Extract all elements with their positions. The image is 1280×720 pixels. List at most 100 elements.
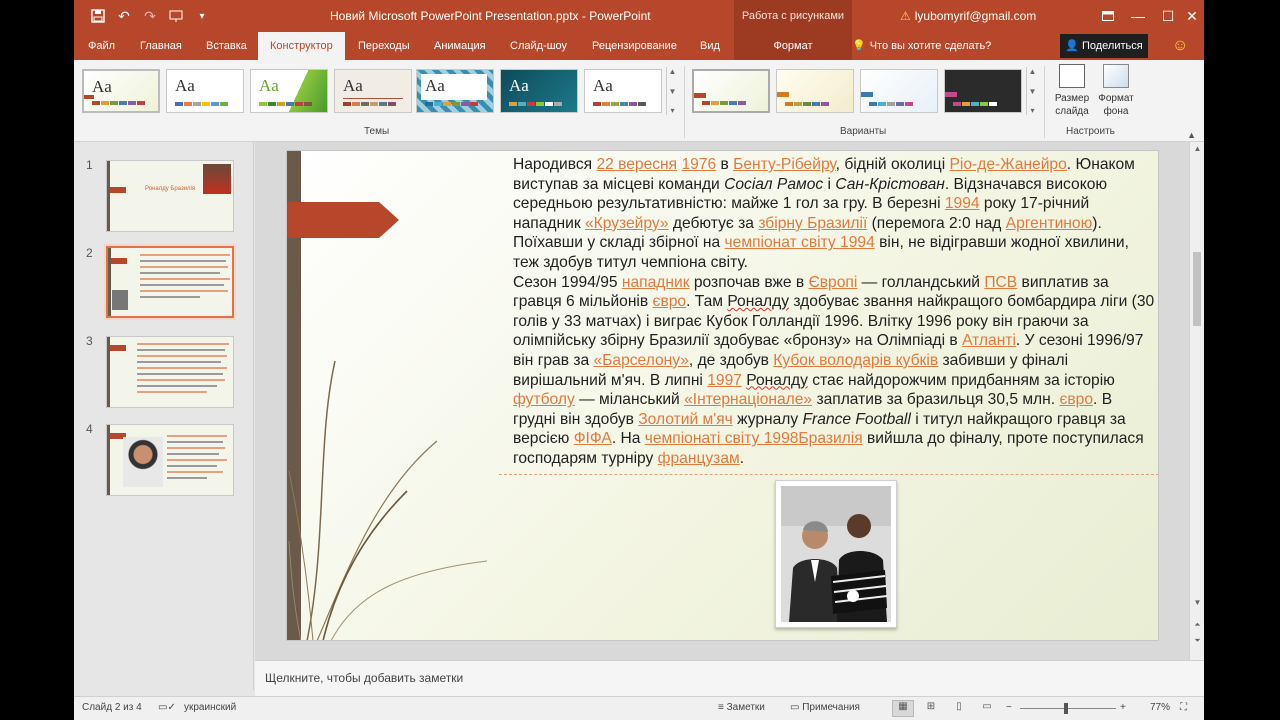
language-indicator[interactable]: украинский	[184, 702, 236, 713]
zoom-slider[interactable]	[1020, 708, 1116, 709]
slide-thumbnail-1[interactable]: Роналду Бразилія	[106, 160, 234, 232]
link[interactable]: 1997	[707, 372, 742, 389]
scroll-up-icon[interactable]: ▲	[1190, 144, 1204, 153]
zoom-in-button[interactable]: +	[1120, 702, 1126, 713]
scroll-up-icon[interactable]: ▲	[1029, 67, 1037, 76]
link[interactable]: Аргентиною	[1006, 215, 1093, 232]
tab-view[interactable]: Вид	[700, 32, 720, 60]
theme-thumb-4[interactable]: Aa	[334, 69, 412, 113]
tab-insert[interactable]: Вставка	[206, 32, 247, 60]
thumb-text-line	[140, 284, 224, 286]
link[interactable]: «Інтернаціонале»	[684, 391, 812, 408]
theme-thumb-5[interactable]: Aa	[416, 69, 494, 113]
theme-colors	[343, 102, 396, 106]
share-button[interactable]: 👤 Поделиться	[1060, 34, 1148, 58]
vertical-scrollbar[interactable]: ▲ ▼ ⏶ ⏷	[1189, 142, 1204, 660]
slide-thumbnail-4[interactable]	[106, 424, 234, 496]
left-black-margin	[0, 0, 74, 720]
slide-canvas[interactable]: Народився 22 вересня 1976 в Бенту-Рібейр…	[286, 150, 1159, 641]
tab-format[interactable]: Формат	[734, 32, 852, 60]
link[interactable]: 1976	[681, 156, 716, 173]
link[interactable]: чемпіонат світу 1994	[725, 234, 875, 251]
link[interactable]: Кубок володарів кубків	[773, 352, 938, 369]
next-slide-icon[interactable]: ⏷	[1190, 636, 1204, 646]
present-icon[interactable]	[166, 6, 186, 26]
link[interactable]: чемпіонаті світу 1998Бразилія	[645, 430, 863, 447]
scrollbar-thumb[interactable]	[1193, 252, 1201, 326]
link[interactable]: французам	[658, 450, 740, 467]
feedback-smiley-icon[interactable]: ☺	[1172, 37, 1188, 55]
thumb-text-line	[137, 343, 229, 345]
slideshow-button[interactable]: ▭	[976, 700, 998, 717]
slide-text-box[interactable]: Народився 22 вересня 1976 в Бенту-Рібейр…	[513, 155, 1158, 469]
link[interactable]: Золотий м'яч	[638, 411, 733, 428]
redo-icon[interactable]: ↷	[140, 6, 160, 26]
ribbon: Aa Aa Aa Aa Aa Aa Aa ▲ ▼ ▾ Темы ▲ ▼ ▾ Ва…	[74, 60, 1204, 142]
slide-size-button[interactable]: Размер слайда	[1048, 64, 1096, 118]
reading-view-button[interactable]: ▯	[948, 700, 970, 717]
link[interactable]: 1994	[945, 195, 980, 212]
zoom-slider-thumb[interactable]	[1064, 703, 1068, 714]
link[interactable]: збірну Бразилії	[758, 215, 867, 232]
customize-icon[interactable]: ▾	[192, 6, 212, 26]
theme-thumb-6[interactable]: Aa	[500, 69, 578, 113]
tab-design[interactable]: Конструктор	[258, 32, 345, 60]
zoom-level[interactable]: 77%	[1150, 702, 1170, 713]
theme-colors	[175, 102, 228, 106]
close-button[interactable]: ✕	[1172, 0, 1204, 32]
notes-toggle[interactable]: ≡ Заметки	[718, 702, 765, 713]
link[interactable]: Ріо-де-Жанейро	[950, 156, 1067, 173]
link[interactable]: ПСВ	[984, 274, 1017, 291]
link[interactable]: футболу	[513, 391, 575, 408]
tab-file[interactable]: Файл	[88, 32, 115, 60]
account[interactable]: ⚠ lyubomyrif@gmail.com	[900, 9, 1036, 23]
variant-thumb-1[interactable]	[692, 69, 770, 113]
undo-icon[interactable]: ↶	[114, 6, 134, 26]
normal-view-button[interactable]: ▦	[892, 700, 914, 717]
slide-thumbnail-3[interactable]	[106, 336, 234, 408]
variants-gallery-scroll[interactable]: ▲ ▼ ▾	[1026, 67, 1038, 115]
tab-home[interactable]: Главная	[140, 32, 182, 60]
variant-thumb-3[interactable]	[860, 69, 938, 113]
tab-transitions[interactable]: Переходы	[358, 32, 410, 60]
format-background-button[interactable]: Формат фона	[1092, 64, 1140, 118]
theme-thumb-3[interactable]: Aa	[250, 69, 328, 113]
variant-thumb-2[interactable]	[776, 69, 854, 113]
previous-slide-icon[interactable]: ⏶	[1190, 620, 1204, 630]
link[interactable]: ФІФА	[574, 430, 612, 447]
link[interactable]: євро	[653, 293, 687, 310]
slide-photo[interactable]	[775, 480, 897, 628]
more-icon[interactable]: ▾	[1030, 106, 1034, 115]
tab-review[interactable]: Рецензирование	[592, 32, 677, 60]
theme-thumb-7[interactable]: Aa	[584, 69, 662, 113]
zoom-out-button[interactable]: −	[1006, 702, 1012, 713]
tell-me-box[interactable]: 💡 Что вы хотите сделать?	[852, 32, 991, 60]
link[interactable]: євро	[1059, 391, 1093, 408]
link[interactable]: «Барселону»	[594, 352, 689, 369]
theme-thumb-2[interactable]: Aa	[166, 69, 244, 113]
themes-gallery-scroll[interactable]: ▲ ▼ ▾	[666, 67, 678, 115]
slide-sorter-button[interactable]: ⊞	[920, 700, 942, 717]
spellcheck-icon[interactable]: ▭✓	[158, 702, 176, 713]
link[interactable]: Європі	[809, 274, 858, 291]
tab-animation[interactable]: Анимация	[434, 32, 486, 60]
link[interactable]: нападник	[622, 274, 690, 291]
fit-slide-icon[interactable]: ⛶	[1180, 702, 1187, 713]
theme-thumb-1[interactable]: Aa	[82, 69, 160, 113]
variant-thumb-4[interactable]	[944, 69, 1022, 113]
scroll-down-icon[interactable]: ▼	[1190, 598, 1204, 607]
save-icon[interactable]	[88, 6, 108, 26]
link[interactable]: «Крузейру»	[585, 215, 669, 232]
more-icon[interactable]: ▾	[670, 106, 674, 115]
notes-pane[interactable]: Щелкните, чтобы добавить заметки	[255, 660, 1204, 696]
comments-toggle[interactable]: ▭ Примечания	[790, 702, 860, 713]
link[interactable]: Бенту-Рібейру	[733, 156, 836, 173]
collapse-ribbon-icon[interactable]: ▲	[1187, 130, 1196, 140]
scroll-up-icon[interactable]: ▲	[669, 67, 677, 76]
link[interactable]: Атланті	[962, 332, 1016, 349]
scroll-down-icon[interactable]: ▼	[669, 87, 677, 96]
tab-slideshow[interactable]: Слайд-шоу	[510, 32, 567, 60]
scroll-down-icon[interactable]: ▼	[1029, 87, 1037, 96]
slide-thumbnail-2[interactable]	[106, 246, 234, 318]
link[interactable]: 22 вересня	[596, 156, 677, 173]
